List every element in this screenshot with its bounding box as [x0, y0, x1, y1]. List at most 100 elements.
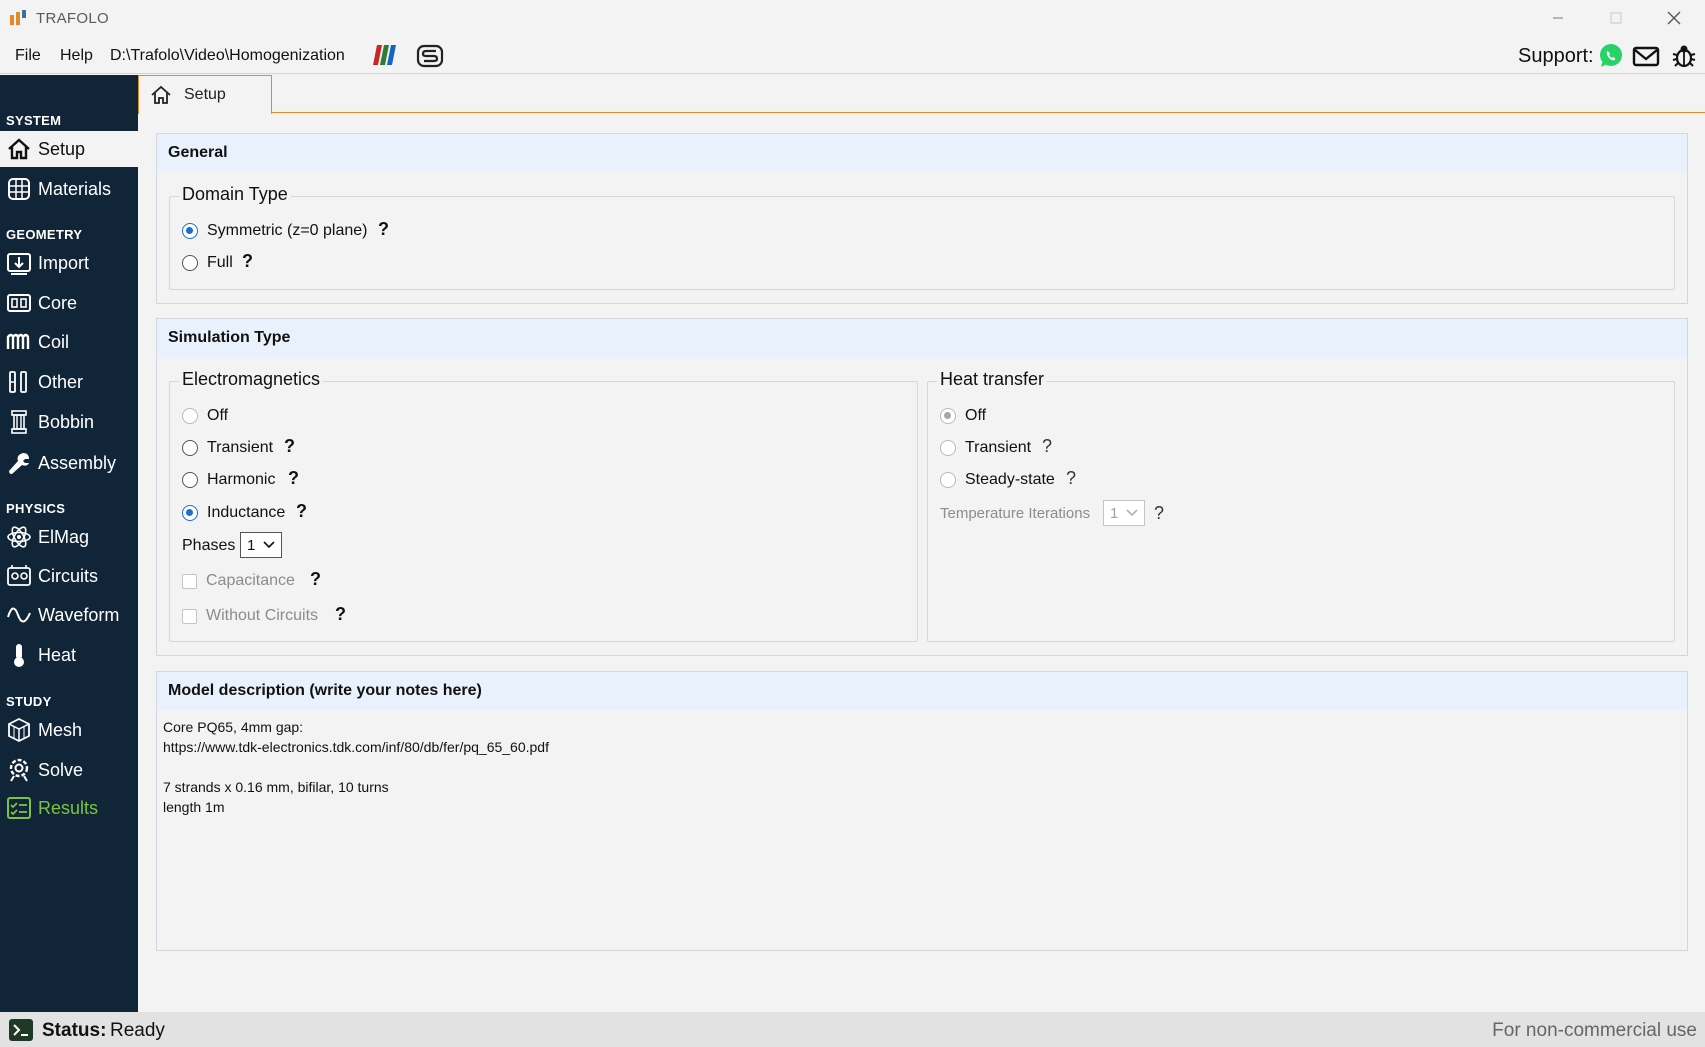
sidebar-item-coil[interactable]: Coil — [0, 324, 138, 360]
bug-icon[interactable] — [1670, 42, 1698, 70]
sidebar-item-label: Waveform — [38, 604, 120, 625]
em-off-option[interactable]: Off — [182, 407, 228, 425]
import-icon — [7, 253, 31, 275]
heat-steady-state-option[interactable]: Steady-state — [940, 471, 1055, 489]
groupbox-title: Domain Type — [179, 184, 291, 205]
menu-help[interactable]: Help — [60, 47, 93, 65]
sidebar-item-elmag[interactable]: ElMag — [0, 519, 138, 555]
em-inductance-option[interactable]: Inductance — [182, 504, 285, 522]
help-icon[interactable]: ? — [284, 436, 295, 457]
sidebar-item-solve[interactable]: Solve — [0, 752, 138, 788]
notes-textarea[interactable]: Core PQ65, 4mm gap: https://www.tdk-elec… — [163, 717, 549, 817]
domain-full-option[interactable]: Full — [182, 254, 233, 272]
radio-button[interactable] — [940, 440, 956, 456]
help-icon[interactable]: ? — [335, 604, 346, 625]
sidebar-item-setup[interactable]: Setup — [0, 131, 138, 167]
sidebar-item-materials[interactable]: Materials — [0, 171, 138, 207]
help-icon[interactable]: ? — [296, 501, 307, 522]
domain-symmetric-option[interactable]: Symmetric (z=0 plane) — [182, 222, 368, 240]
maximize-button[interactable] — [1593, 4, 1639, 32]
heat-off-option[interactable]: Off — [940, 407, 986, 425]
stripes-logo-icon[interactable] — [369, 44, 399, 66]
project-path: D:\Trafolo\Video\Homogenization — [110, 47, 345, 64]
without-circuits-checkbox[interactable]: Without Circuits — [182, 607, 318, 625]
checkbox[interactable] — [182, 608, 197, 624]
checkbox[interactable] — [182, 573, 197, 589]
status-label: Status: — [42, 1020, 107, 1041]
panel-title: Model description (write your notes here… — [157, 672, 1687, 710]
wrench-icon — [9, 453, 29, 474]
s-logo-icon[interactable] — [416, 44, 444, 68]
help-icon[interactable]: ? — [288, 468, 299, 489]
select-value: 1 — [1110, 504, 1119, 522]
em-harmonic-option[interactable]: Harmonic — [182, 471, 275, 489]
license-notice: For non-commercial use — [1492, 1020, 1697, 1041]
option-label: Full — [207, 254, 233, 271]
circuit-icon — [7, 565, 31, 586]
help-icon[interactable]: ? — [242, 251, 253, 272]
status-bar: Status: Ready For non-commercial use — [0, 1012, 1705, 1047]
help-icon[interactable]: ? — [310, 569, 321, 590]
sidebar-item-label: Core — [38, 292, 78, 313]
temperature-iterations-select[interactable]: 1 — [1103, 500, 1145, 526]
em-transient-option[interactable]: Transient — [182, 439, 273, 457]
option-label: Transient — [207, 439, 274, 456]
heat-transient-option[interactable]: Transient — [940, 439, 1031, 457]
radio-button[interactable] — [940, 472, 956, 488]
radio-button[interactable] — [182, 255, 198, 271]
sidebar-item-label: Assembly — [38, 452, 117, 473]
sidebar-item-waveform[interactable]: Waveform — [0, 597, 138, 633]
sidebar-item-mesh[interactable]: Mesh — [0, 712, 138, 748]
sidebar-item-heat[interactable]: Heat — [0, 637, 138, 673]
option-label: Off — [965, 407, 987, 424]
chevron-down-icon — [1126, 509, 1138, 517]
close-icon — [1667, 11, 1681, 25]
option-label: Symmetric (z=0 plane) — [207, 222, 368, 239]
help-icon[interactable]: ? — [1154, 503, 1164, 524]
sidebar-item-label: Solve — [38, 759, 84, 780]
sidebar-item-assembly[interactable]: Assembly — [0, 445, 138, 481]
phases-select[interactable]: 1 — [240, 532, 282, 558]
chevron-down-icon — [263, 541, 275, 549]
capacitance-checkbox[interactable]: Capacitance — [182, 572, 295, 590]
sidebar-item-label: Circuits — [38, 565, 99, 586]
radio-button[interactable] — [182, 440, 198, 456]
home-icon — [151, 85, 171, 104]
radio-button[interactable] — [940, 408, 956, 424]
close-button[interactable] — [1651, 4, 1697, 32]
sidebar-section-physics: PHYSICS — [6, 501, 66, 516]
electromagnetics-group: Electromagnetics Off Transient ? Harmoni… — [169, 369, 918, 642]
home-icon — [8, 138, 30, 160]
temperature-iterations-label: Temperature Iterations — [940, 505, 1091, 522]
maximize-icon — [1610, 12, 1622, 24]
sidebar-item-import[interactable]: Import — [0, 245, 138, 281]
menu-file[interactable]: File — [15, 47, 41, 65]
sidebar-item-core[interactable]: Core — [0, 285, 138, 321]
support-label: Support: — [1518, 45, 1594, 67]
sidebar-item-results[interactable]: Results — [0, 790, 138, 826]
whatsapp-icon[interactable] — [1597, 42, 1625, 70]
minimize-button[interactable] — [1535, 4, 1581, 32]
radio-button[interactable] — [182, 408, 198, 424]
sidebar-item-other[interactable]: Other — [0, 364, 138, 400]
radio-button[interactable] — [182, 505, 198, 521]
sidebar-item-label: Heat — [38, 644, 77, 665]
radio-button[interactable] — [182, 223, 198, 239]
mail-icon[interactable] — [1632, 42, 1660, 70]
option-label: Without Circuits — [206, 607, 319, 624]
sidebar-item-label: Mesh — [38, 719, 83, 740]
sidebar-item-bobbin[interactable]: Bobbin — [0, 404, 138, 440]
other-parts-icon — [9, 371, 27, 393]
tab-setup[interactable]: Setup — [138, 75, 272, 114]
help-icon[interactable]: ? — [1066, 468, 1076, 489]
help-icon[interactable]: ? — [1042, 436, 1052, 457]
status-value: Ready — [110, 1020, 165, 1041]
sidebar-item-circuits[interactable]: Circuits — [0, 558, 138, 594]
help-icon[interactable]: ? — [378, 219, 389, 240]
sidebar-item-label: Coil — [38, 331, 70, 352]
radio-button[interactable] — [182, 472, 198, 488]
core-icon — [7, 294, 31, 312]
title-bar: TRAFOLO — [0, 0, 1705, 36]
sidebar-section-geometry: GEOMETRY — [6, 227, 83, 242]
menu-bar: File Help D:\Trafolo\Video\Homogenizatio… — [0, 36, 1705, 74]
